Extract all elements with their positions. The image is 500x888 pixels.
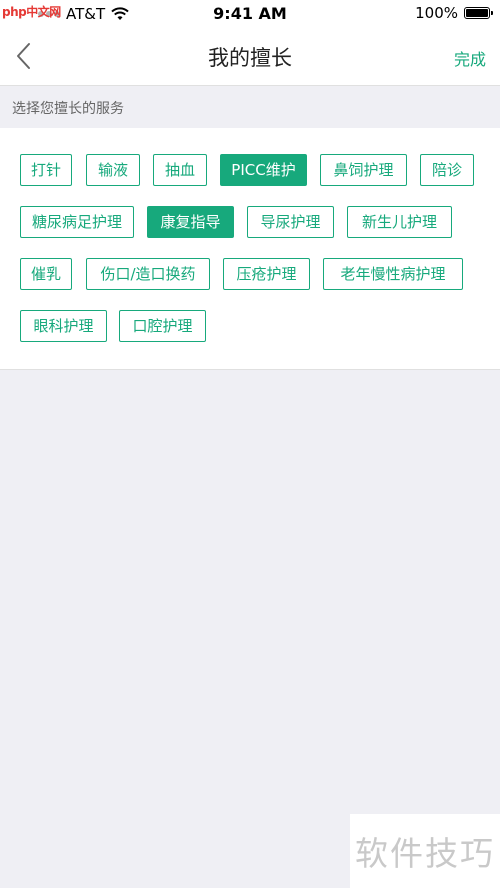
section-header: 选择您擅长的服务 xyxy=(0,86,500,128)
service-tag[interactable]: 康复指导 xyxy=(147,206,234,238)
page-title: 我的擅长 xyxy=(208,46,292,70)
done-button[interactable]: 完成 xyxy=(454,46,486,70)
service-tags-panel: 打针 输液 抽血 PICC维护 鼻饲护理 陪诊 糖尿病足护理 康复指导 导尿护理… xyxy=(0,128,500,370)
service-tag[interactable]: 口腔护理 xyxy=(119,310,206,342)
service-tag[interactable]: 催乳 xyxy=(20,258,72,290)
nav-bar: 我的擅长 完成 xyxy=(0,28,500,86)
service-tag[interactable]: 老年慢性病护理 xyxy=(323,258,463,290)
status-right: 100% xyxy=(415,4,493,22)
service-tag[interactable]: 伤口/造口换药 xyxy=(86,258,210,290)
service-tag[interactable]: 眼科护理 xyxy=(20,310,107,342)
service-tag[interactable]: 抽血 xyxy=(153,154,207,186)
battery-icon xyxy=(464,7,493,19)
service-tag[interactable]: PICC维护 xyxy=(220,154,307,186)
service-tag[interactable]: 鼻饲护理 xyxy=(320,154,407,186)
watermark-corner: 软件技巧 xyxy=(350,814,500,888)
service-tag[interactable]: 糖尿病足护理 xyxy=(20,206,134,238)
section-header-label: 选择您擅长的服务 xyxy=(12,101,124,117)
service-tag[interactable]: 导尿护理 xyxy=(247,206,334,238)
service-tag[interactable]: 压疮护理 xyxy=(223,258,310,290)
service-tag[interactable]: 输液 xyxy=(86,154,140,186)
service-tag[interactable]: 打针 xyxy=(20,154,72,186)
battery-percent: 100% xyxy=(415,4,458,22)
status-bar: AT&T php中文网 9:41 AM 100% xyxy=(0,0,500,28)
service-tag[interactable]: 新生儿护理 xyxy=(347,206,452,238)
service-tag[interactable]: 陪诊 xyxy=(420,154,474,186)
